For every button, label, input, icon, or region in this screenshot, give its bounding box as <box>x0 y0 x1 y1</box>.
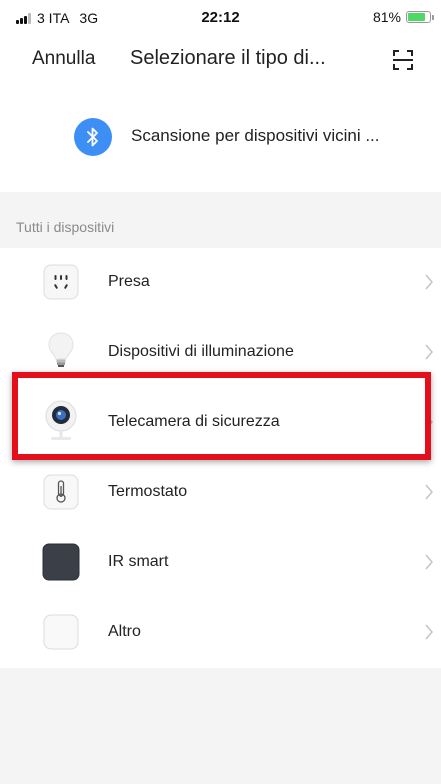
security-camera-icon <box>45 400 77 440</box>
chevron-right-icon <box>425 554 433 570</box>
device-label: Dispositivi di illuminazione <box>108 343 294 360</box>
chevron-right-icon <box>425 274 433 290</box>
page-title: Selezionare il tipo di... <box>130 47 326 69</box>
device-item-ir-smart[interactable]: IR smart <box>0 528 441 598</box>
ir-remote-icon <box>42 543 80 581</box>
chevron-right-icon <box>425 624 433 640</box>
device-list: Presa Dispositivi di illuminazione Telec… <box>0 248 441 668</box>
device-item-illuminazione[interactable]: Dispositivi di illuminazione <box>0 318 441 388</box>
battery-icon <box>406 11 434 23</box>
section-label: Tutti i dispositivi <box>16 219 115 235</box>
socket-icon <box>43 264 79 300</box>
device-item-presa[interactable]: Presa <box>0 248 441 318</box>
device-label: Telecamera di sicurezza <box>108 413 280 430</box>
device-label: Altro <box>108 623 141 640</box>
bluetooth-scan-row[interactable]: Scansione per dispositivi vicini ... <box>0 86 441 192</box>
chevron-right-icon <box>425 484 433 500</box>
bluetooth-icon <box>74 118 112 156</box>
nav-bar: Annulla Selezionare il tipo di... <box>0 34 441 86</box>
device-item-termostato[interactable]: Termostato <box>0 458 441 528</box>
qr-scan-icon[interactable] <box>392 49 414 71</box>
section-header: Tutti i dispositivi <box>0 192 441 248</box>
device-label: IR smart <box>108 553 169 570</box>
device-label: Termostato <box>108 483 188 500</box>
other-device-icon <box>43 614 79 650</box>
battery-group: 81% <box>372 9 434 25</box>
battery-percent: 81% <box>372 9 401 25</box>
bluetooth-scan-label: Scansione per dispositivi vicini ... <box>131 126 380 145</box>
device-label: Presa <box>108 273 150 290</box>
light-bulb-icon <box>48 332 74 367</box>
device-item-telecamera[interactable]: Telecamera di sicurezza <box>0 388 441 458</box>
thermostat-icon <box>43 474 79 510</box>
device-item-altro[interactable]: Altro <box>0 598 441 668</box>
cancel-button[interactable]: Annulla <box>32 48 95 70</box>
chevron-right-icon <box>425 344 433 360</box>
chevron-right-icon <box>425 414 433 430</box>
status-bar: 3 ITA 3G 22:12 81% <box>0 0 441 34</box>
